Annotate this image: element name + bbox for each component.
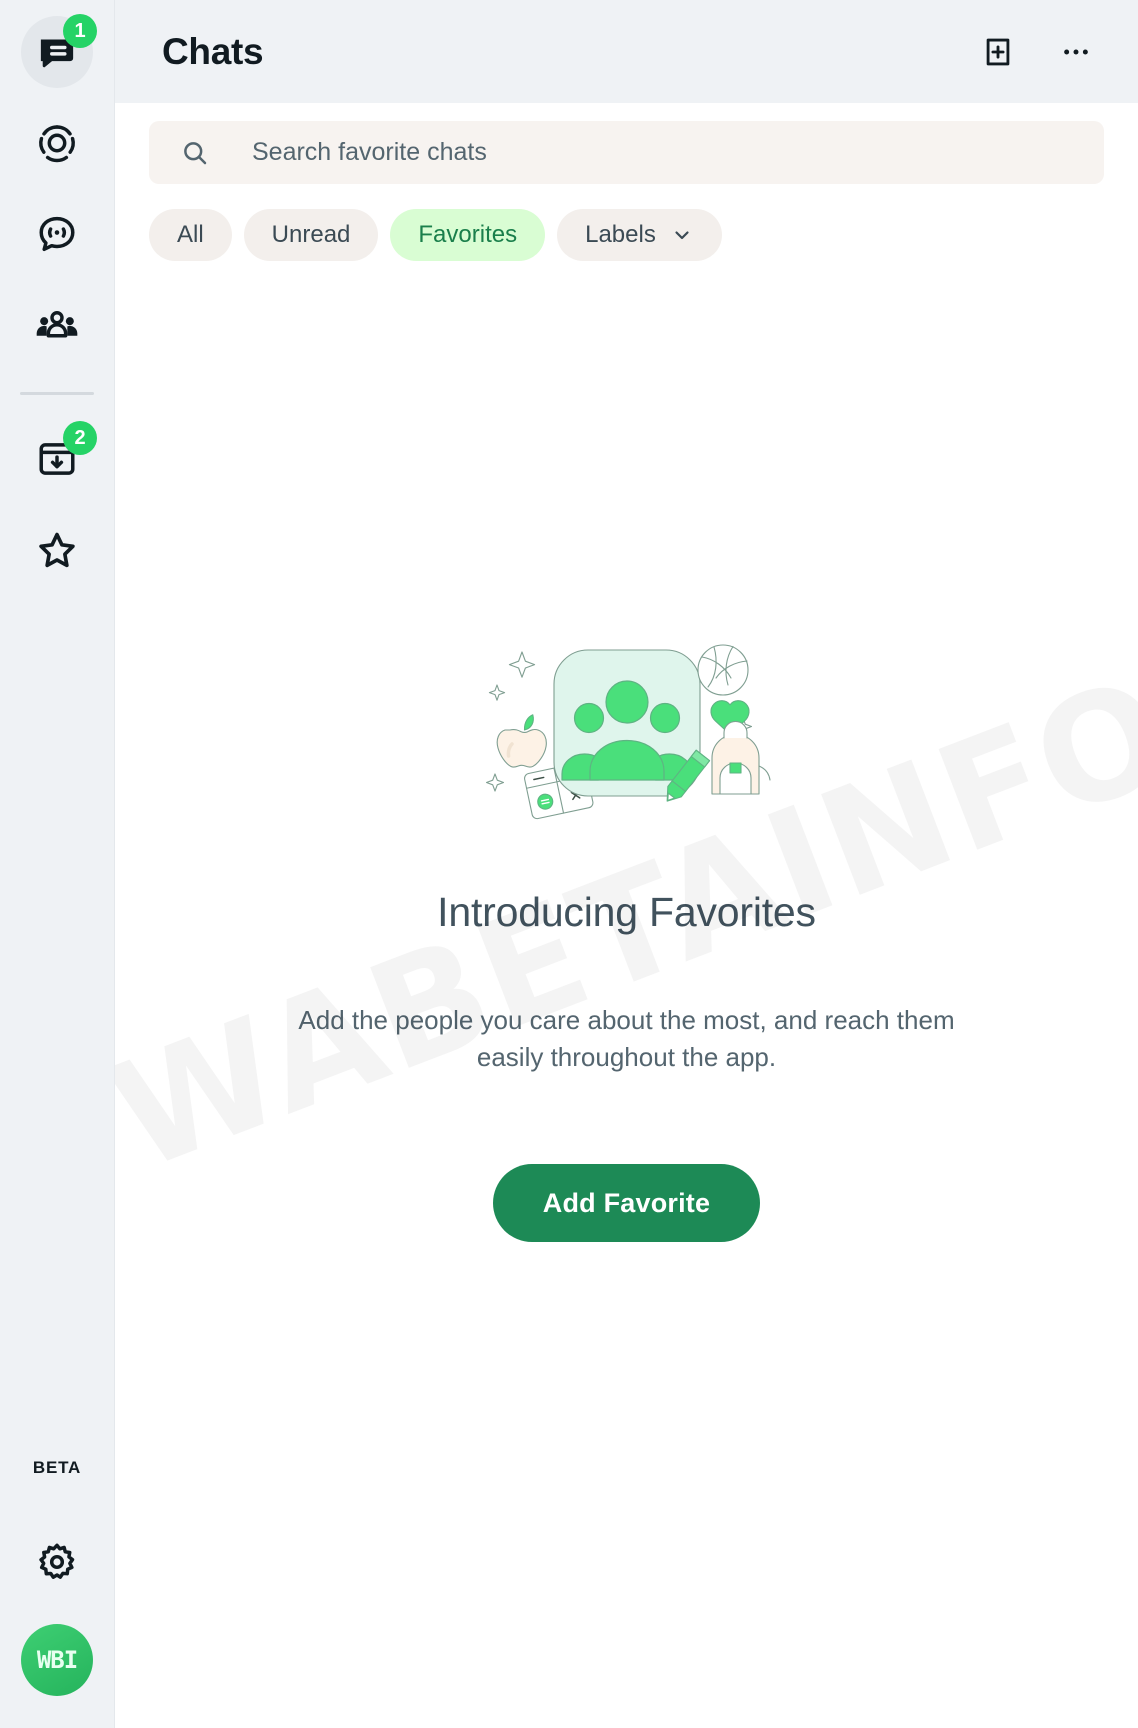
filter-chip-favorites-label: Favorites	[418, 221, 518, 248]
sidebar-item-communities[interactable]	[21, 289, 93, 361]
nav-divider	[20, 392, 94, 395]
page-title: Chats	[162, 30, 264, 72]
filter-chip-labels[interactable]: Labels	[557, 209, 722, 261]
add-favorite-button[interactable]: Add Favorite	[492, 1164, 761, 1243]
sidebar-item-archived[interactable]: 2	[21, 421, 97, 495]
filter-chip-all-label: All	[177, 221, 204, 248]
search-icon	[184, 141, 207, 164]
empty-state-description: Add the people you care about the most, …	[298, 1005, 955, 1073]
archived-count-badge: 2	[63, 421, 97, 455]
status-icon	[39, 125, 75, 163]
search-input[interactable]	[250, 120, 1104, 185]
nav-rail-top-group: 1 2	[0, 0, 114, 605]
avatar-initials: WBI	[36, 1646, 78, 1674]
nav-rail: 1 2 BETA WBI	[0, 0, 115, 1728]
chats-pane: Chats Search favorite chats All Unread F…	[115, 0, 1138, 1728]
new-chat-icon	[986, 38, 1010, 65]
beta-label: BETA	[32, 1458, 82, 1477]
filter-chip-labels-label: Labels	[585, 221, 656, 248]
app-window: 1 2 BETA WBI Chats Search favorite chats…	[0, 0, 1138, 1728]
avatar[interactable]: WBI	[21, 1624, 93, 1696]
nav-rail-bottom-group: BETA WBI	[0, 1458, 114, 1728]
search-box[interactable]	[149, 120, 1104, 185]
filter-chips: All Unread Favorites Labels	[115, 184, 1138, 261]
sidebar-item-status[interactable]	[21, 107, 93, 179]
overflow-menu-button[interactable]	[1048, 24, 1104, 80]
pane-header: Chats	[115, 0, 1138, 103]
new-chat-button[interactable]	[970, 24, 1026, 80]
favorites-illustration	[485, 644, 771, 820]
search-section	[115, 103, 1138, 185]
channels-icon	[39, 216, 75, 252]
filter-chip-favorites[interactable]: Favorites	[390, 209, 546, 261]
filter-chip-all[interactable]: All	[149, 209, 232, 261]
sidebar-item-settings[interactable]	[25, 1530, 89, 1594]
sidebar-item-starred[interactable]	[21, 514, 93, 586]
gear-icon	[39, 1543, 75, 1579]
chevron-down-icon	[670, 223, 694, 247]
filter-chip-unread[interactable]: Unread	[243, 209, 379, 261]
sidebar-item-channels[interactable]	[21, 198, 93, 270]
filter-chip-unread-label: Unread	[271, 221, 351, 248]
overflow-menu-icon	[1064, 49, 1088, 54]
chats-unread-badge: 1	[63, 14, 97, 48]
star-icon	[39, 532, 75, 568]
sidebar-item-chats[interactable]: 1	[21, 14, 97, 88]
communities-icon	[36, 311, 78, 338]
empty-state-title: Introducing Favorites	[437, 889, 816, 935]
favorites-empty-state: Introducing Favorites Add the people you…	[115, 261, 1138, 1728]
